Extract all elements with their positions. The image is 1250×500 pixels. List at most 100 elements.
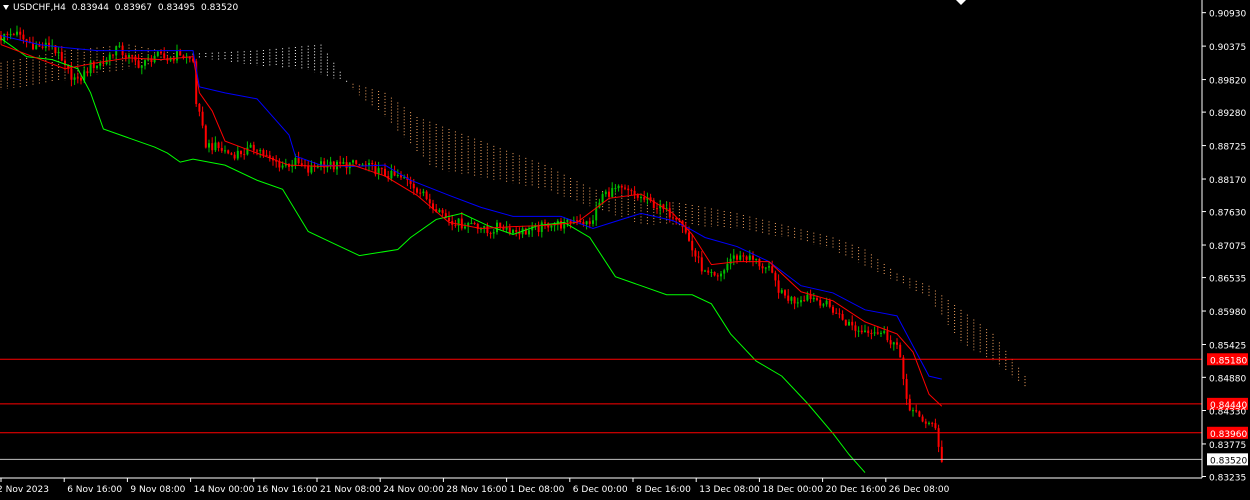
candle-body bbox=[700, 257, 703, 272]
candle-body bbox=[464, 226, 466, 229]
candle-body bbox=[755, 259, 758, 261]
y-tick-label: 0.85425 bbox=[1209, 341, 1246, 351]
candle-body bbox=[473, 223, 476, 225]
candle-body bbox=[688, 232, 690, 241]
x-tick-label: 9 Nov 08:00 bbox=[130, 485, 185, 495]
candle-body bbox=[780, 290, 783, 293]
candle-body bbox=[16, 31, 18, 35]
candle-body bbox=[617, 185, 620, 189]
candle-body bbox=[35, 45, 38, 50]
candle-body bbox=[588, 221, 591, 224]
candle-body bbox=[80, 77, 82, 81]
candle-body bbox=[515, 230, 518, 232]
candle-body bbox=[38, 45, 41, 47]
candle-body bbox=[832, 306, 834, 313]
candle-body bbox=[227, 150, 230, 154]
candle-body bbox=[230, 153, 233, 155]
candle-body bbox=[784, 290, 786, 296]
candle-body bbox=[508, 227, 511, 234]
candle-body bbox=[790, 297, 793, 301]
candle-body bbox=[604, 191, 607, 195]
candle-body bbox=[300, 163, 303, 166]
candle-body bbox=[41, 46, 44, 48]
candle-body bbox=[163, 53, 166, 59]
candle-body bbox=[352, 160, 354, 163]
candle-body bbox=[828, 300, 831, 307]
candle-body bbox=[358, 164, 361, 166]
candle-body bbox=[889, 340, 892, 345]
candle-body bbox=[835, 312, 838, 314]
candle-body bbox=[867, 330, 870, 334]
level-label: 0.83960 bbox=[1210, 430, 1247, 440]
candle-body bbox=[716, 275, 719, 277]
candle-body bbox=[841, 313, 844, 320]
level-label: 0.85180 bbox=[1210, 356, 1247, 366]
candle-body bbox=[595, 207, 598, 221]
candle-body bbox=[316, 166, 319, 168]
candle-body bbox=[9, 34, 12, 36]
candle-body bbox=[931, 422, 934, 424]
candle-body bbox=[176, 51, 178, 61]
candle-body bbox=[22, 34, 25, 40]
candle-body bbox=[729, 258, 732, 264]
y-tick-label: 0.89280 bbox=[1209, 109, 1246, 119]
candle-body bbox=[838, 313, 841, 315]
candle-body bbox=[912, 410, 914, 412]
candle-body bbox=[489, 233, 492, 235]
candle-body bbox=[214, 142, 217, 151]
y-tick-label: 0.87075 bbox=[1209, 242, 1246, 252]
candle-body bbox=[448, 217, 450, 221]
candle-body bbox=[630, 190, 633, 192]
candle-body bbox=[182, 55, 185, 58]
scroll-marker-icon[interactable] bbox=[956, 0, 966, 5]
candle-body bbox=[505, 227, 508, 230]
candle-body bbox=[771, 266, 774, 273]
price-chart[interactable]: 0.851800.844400.839600.83520 0.909300.90… bbox=[0, 0, 1250, 500]
candle-body bbox=[262, 150, 265, 155]
x-tick-label: 1 Dec 08:00 bbox=[510, 485, 565, 495]
candle-body bbox=[857, 330, 860, 332]
candle-body bbox=[758, 259, 761, 267]
candle-body bbox=[825, 300, 828, 305]
candle-body bbox=[179, 51, 182, 56]
candle-body bbox=[297, 157, 300, 164]
candle-body bbox=[76, 77, 79, 79]
candle-body bbox=[627, 188, 630, 191]
candle-body bbox=[160, 51, 162, 54]
candle-body bbox=[60, 51, 63, 61]
candle-body bbox=[880, 332, 882, 334]
candle-body bbox=[720, 273, 722, 277]
candle-body bbox=[713, 271, 716, 276]
candle-body bbox=[438, 209, 441, 213]
x-tick-label: 6 Dec 00:00 bbox=[573, 485, 628, 495]
candle-body bbox=[624, 187, 626, 189]
x-tick-label: 16 Nov 16:00 bbox=[257, 485, 318, 495]
candle-body bbox=[470, 223, 473, 225]
y-tick-label: 0.84330 bbox=[1209, 407, 1246, 417]
candle-body bbox=[777, 280, 780, 293]
candle-body bbox=[582, 222, 585, 225]
candle-body bbox=[140, 65, 143, 68]
candle-body bbox=[697, 256, 700, 258]
candle-body bbox=[240, 150, 242, 155]
candle-body bbox=[112, 54, 114, 56]
candle-body bbox=[208, 143, 210, 148]
candle-body bbox=[211, 143, 214, 151]
candle-body bbox=[492, 232, 495, 234]
candle-body bbox=[6, 33, 9, 35]
y-tick-label: 0.89820 bbox=[1209, 77, 1246, 87]
candle-body bbox=[137, 60, 140, 68]
candle-body bbox=[441, 209, 444, 214]
candle-body bbox=[550, 225, 553, 228]
candle-body bbox=[278, 161, 281, 168]
candle-body bbox=[883, 331, 886, 333]
candle-body bbox=[800, 300, 802, 303]
x-tick-label: 24 Nov 00:00 bbox=[383, 485, 444, 495]
candle-body bbox=[384, 168, 386, 176]
x-tick-label: 2 Nov 2023 bbox=[0, 485, 49, 495]
candle-body bbox=[368, 162, 370, 166]
y-tick-label: 0.84880 bbox=[1209, 374, 1246, 384]
candle-body bbox=[246, 147, 249, 155]
candle-body bbox=[704, 270, 706, 272]
candle-body bbox=[892, 342, 895, 345]
